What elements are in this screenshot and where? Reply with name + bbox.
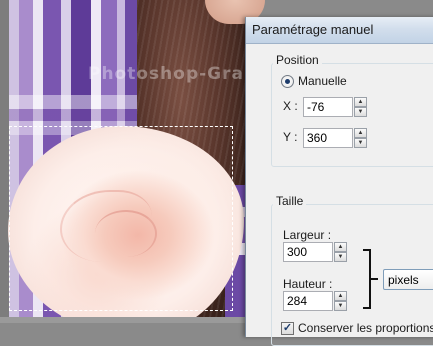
x-increment-button[interactable]: ▲ bbox=[354, 97, 367, 107]
canvas-bottom-margin bbox=[0, 317, 245, 323]
x-spin-buttons: ▲ ▼ bbox=[354, 97, 367, 117]
width-label: Largeur : bbox=[283, 228, 332, 242]
y-spin-buttons: ▲ ▼ bbox=[354, 128, 367, 148]
keep-proportions-checkbox[interactable]: ✓ bbox=[281, 322, 294, 335]
height-label: Hauteur : bbox=[283, 277, 333, 291]
width-increment-button[interactable]: ▲ bbox=[334, 242, 347, 252]
height-decrement-button[interactable]: ▼ bbox=[334, 301, 347, 311]
units-dropdown[interactable]: pixels bbox=[383, 269, 433, 290]
width-decrement-button[interactable]: ▼ bbox=[334, 252, 347, 262]
keep-proportions-label[interactable]: Conserver les proportions bbox=[298, 321, 433, 335]
link-bracket-tick bbox=[371, 278, 378, 280]
y-decrement-button[interactable]: ▼ bbox=[354, 138, 367, 148]
position-group-label: Position bbox=[273, 53, 322, 67]
x-input[interactable]: -76 bbox=[303, 97, 353, 117]
dialog-title: Paramétrage manuel bbox=[252, 22, 374, 37]
height-increment-button[interactable]: ▲ bbox=[334, 291, 347, 301]
y-increment-button[interactable]: ▲ bbox=[354, 128, 367, 138]
link-bracket bbox=[363, 249, 371, 309]
height-spin-buttons: ▲ ▼ bbox=[334, 291, 347, 311]
x-label: X : bbox=[283, 99, 298, 113]
radio-selected-dot bbox=[285, 79, 290, 84]
height-input[interactable]: 284 bbox=[283, 291, 333, 311]
dialog-body: Position Manuelle X : -76 ▲ ▼ Y : 360 ▲ … bbox=[246, 44, 433, 346]
dialog-titlebar[interactable]: Paramétrage manuel bbox=[246, 17, 433, 44]
x-decrement-button[interactable]: ▼ bbox=[354, 107, 367, 117]
manual-radio-button[interactable] bbox=[281, 75, 294, 88]
y-label: Y : bbox=[283, 130, 298, 144]
y-input[interactable]: 360 bbox=[303, 128, 353, 148]
size-group-label: Taille bbox=[273, 194, 307, 208]
canvas-margin bbox=[0, 0, 9, 323]
manual-settings-dialog: Paramétrage manuel Position Manuelle X :… bbox=[245, 17, 433, 346]
manual-radio-label[interactable]: Manuelle bbox=[298, 74, 347, 88]
width-spin-buttons: ▲ ▼ bbox=[334, 242, 347, 262]
selection-marquee[interactable] bbox=[9, 126, 233, 311]
width-input[interactable]: 300 bbox=[283, 242, 333, 262]
